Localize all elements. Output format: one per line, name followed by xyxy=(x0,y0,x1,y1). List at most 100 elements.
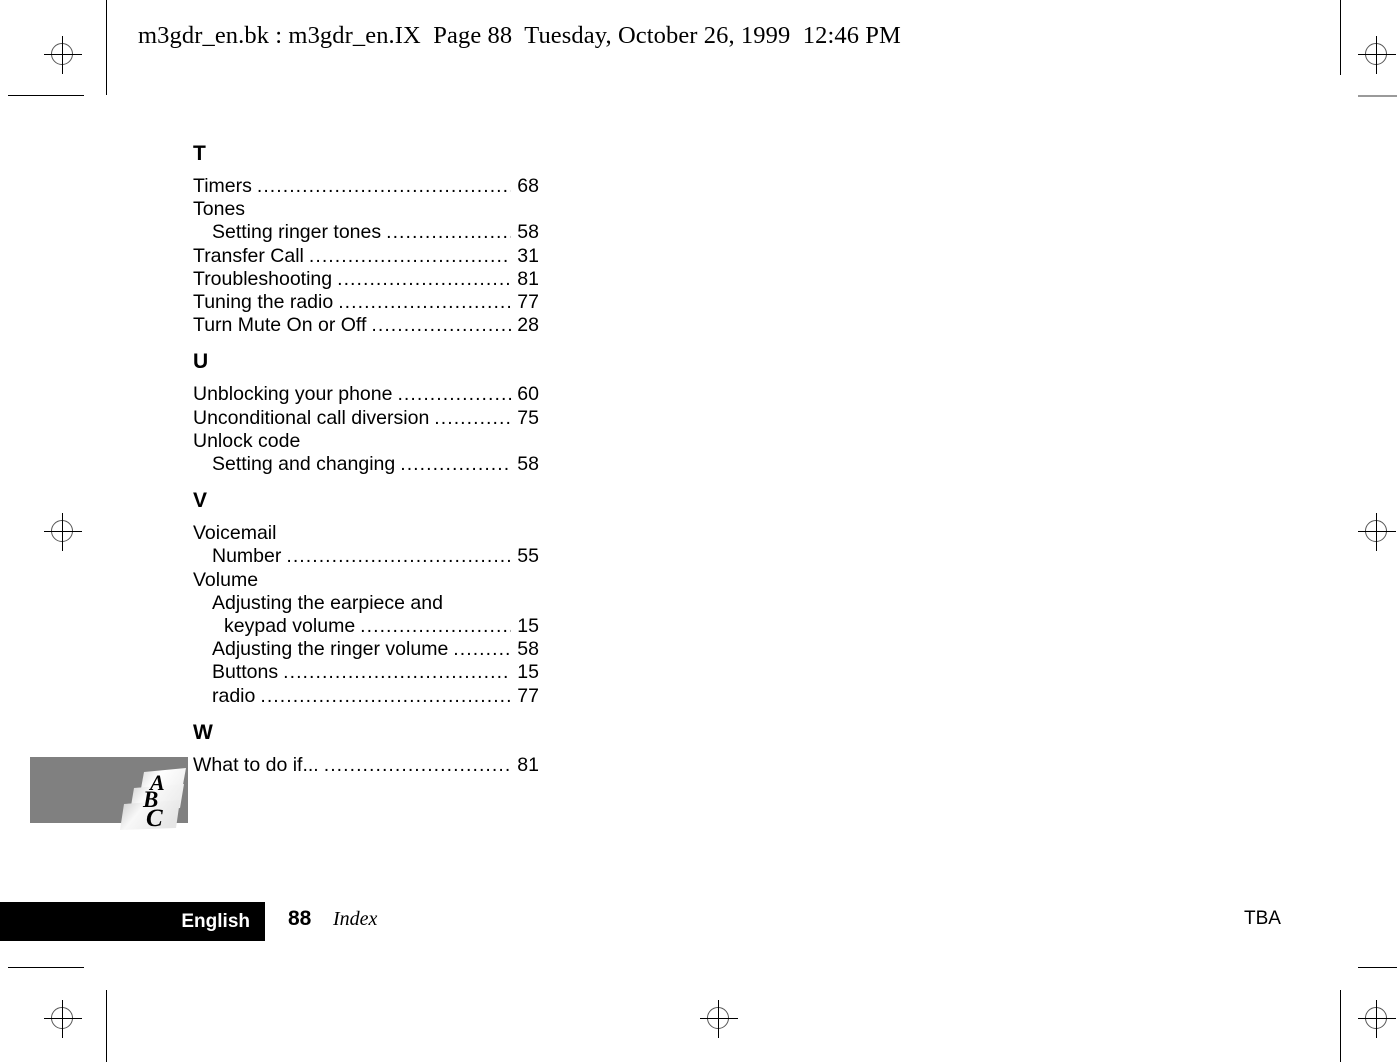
index-section: W What to do if..........................… xyxy=(193,722,539,777)
index-entry-label: Buttons xyxy=(212,661,279,684)
index-column: T Timers.................................… xyxy=(193,143,539,777)
index-entry-page-number: 55 xyxy=(517,545,539,568)
index-entry-leader-dots: ........................................… xyxy=(337,267,511,290)
index-entry-page-number: 77 xyxy=(517,684,539,707)
index-entry[interactable]: Troubleshooting.........................… xyxy=(193,268,539,291)
index-entry-label: Adjusting the ringer volume xyxy=(212,638,449,661)
index-entry-leader-dots: ........................................… xyxy=(338,291,511,314)
index-entry-leader-dots: ........................................… xyxy=(371,314,511,337)
index-entry[interactable]: Tones xyxy=(193,198,539,221)
index-entry-page-number: 15 xyxy=(517,661,539,684)
index-entry-label: Adjusting the earpiece and xyxy=(212,591,443,614)
registration-mark-middle-left xyxy=(44,513,82,551)
abc-logo-icon: A B C xyxy=(118,766,190,834)
index-entry-leader-dots: ........................................… xyxy=(400,453,511,476)
index-entry[interactable]: Unconditional call diversion............… xyxy=(193,407,539,430)
index-entry[interactable]: radio...................................… xyxy=(193,685,539,708)
index-entry-label: Unblocking your phone xyxy=(193,383,393,406)
index-entry[interactable]: Buttons.................................… xyxy=(193,661,539,684)
index-entry[interactable]: Turn Mute On or Off.....................… xyxy=(193,314,539,337)
index-entry[interactable]: Unlock code xyxy=(193,430,539,453)
index-entry-label: Voicemail xyxy=(193,522,277,545)
registration-mark-top-right xyxy=(1358,36,1396,74)
index-entry-leader-dots: ........................................… xyxy=(283,661,511,684)
svg-text:C: C xyxy=(146,805,163,832)
index-entry-page-number: 77 xyxy=(517,291,539,314)
document-page: m3gdr_en.bk : m3gdr_en.IX Page 88 Tuesda… xyxy=(0,0,1397,1062)
registration-mark-bottom-right xyxy=(1358,1000,1396,1038)
index-entry[interactable]: Timers..................................… xyxy=(193,175,539,198)
trim-line-top-left-vertical xyxy=(106,0,107,95)
index-entry[interactable]: Tuning the radio........................… xyxy=(193,291,539,314)
index-entry-label: Tuning the radio xyxy=(193,291,334,314)
index-entry[interactable]: Setting ringer tones....................… xyxy=(193,221,539,244)
index-entry-page-number: 15 xyxy=(517,615,539,638)
index-entry-leader-dots: ........................................… xyxy=(260,684,511,707)
index-entry-page-number: 81 xyxy=(517,267,539,290)
registration-mark-bottom-center xyxy=(700,1000,738,1038)
registration-mark-bottom-left xyxy=(44,1000,82,1038)
index-entry-leader-dots: ........................................… xyxy=(308,244,511,267)
index-entry-leader-dots: ........................................… xyxy=(323,753,511,776)
index-entry-label: Turn Mute On or Off xyxy=(193,314,367,337)
index-entry[interactable]: Number..................................… xyxy=(193,545,539,568)
index-entry[interactable]: Adjusting the earpiece and xyxy=(193,592,539,615)
trim-line-top-right-vertical xyxy=(1340,0,1341,75)
index-entry[interactable]: Volume xyxy=(193,569,539,592)
trim-line-bottom-right-vertical xyxy=(1340,990,1341,1062)
index-entry-page-number: 60 xyxy=(517,383,539,406)
index-section: V Voicemail Number........................… xyxy=(193,490,539,708)
index-entry-label: What to do if... xyxy=(193,753,319,776)
index-entry-page-number: 58 xyxy=(517,453,539,476)
index-entry-page-number: 81 xyxy=(517,753,539,776)
index-entry-page-number: 28 xyxy=(517,314,539,337)
index-entry-leader-dots: ........................................… xyxy=(286,545,511,568)
trim-line-bottom-right-horizontal xyxy=(1358,967,1397,968)
index-section-letter: T xyxy=(193,142,206,165)
index-entry-leader-dots: ........................................… xyxy=(386,221,511,244)
index-entry-page-number: 75 xyxy=(517,406,539,429)
footer-section-name: Index xyxy=(333,908,378,930)
index-section: U Unblocking your phone..................… xyxy=(193,351,539,476)
index-entry-page-number: 58 xyxy=(517,221,539,244)
index-entry-leader-dots: ........................................… xyxy=(256,175,511,197)
index-entry-page-number: 68 xyxy=(517,175,539,197)
index-entry[interactable]: Unblocking your phone...................… xyxy=(193,383,539,406)
index-entry-label: Transfer Call xyxy=(193,244,304,267)
index-entry-label: Troubleshooting xyxy=(193,267,333,290)
index-entry-label: Volume xyxy=(193,568,259,591)
index-entry-label: keypad volume xyxy=(224,615,356,638)
index-entry[interactable]: keypad volume...........................… xyxy=(193,615,539,638)
index-section: T Timers.................................… xyxy=(193,143,539,337)
trim-line-bottom-left-vertical xyxy=(106,990,107,1062)
registration-mark-top-left xyxy=(44,36,82,74)
trim-line-top-left-horizontal xyxy=(8,95,84,96)
index-entry-label: Unlock code xyxy=(193,429,301,452)
registration-mark-middle-right xyxy=(1358,513,1396,551)
index-entry-label: Setting and changing xyxy=(212,453,396,476)
index-entry[interactable]: Voicemail xyxy=(193,522,539,545)
index-entry-label: Setting ringer tones xyxy=(212,221,382,244)
page-header-text: m3gdr_en.bk : m3gdr_en.IX Page 88 Tuesda… xyxy=(138,22,901,49)
index-entry[interactable]: Setting and changing....................… xyxy=(193,453,539,476)
index-section-letter: V xyxy=(193,489,208,513)
index-entry-page-number: 58 xyxy=(517,638,539,661)
index-entry-leader-dots: ........................................… xyxy=(397,383,511,406)
index-entry[interactable]: Adjusting the ringer volume.............… xyxy=(193,638,539,661)
index-entry-leader-dots: ........................................… xyxy=(360,615,511,638)
footer-page-number: 88 xyxy=(288,907,312,930)
index-entry-label: Number xyxy=(212,545,282,568)
trim-line-bottom-left-horizontal xyxy=(8,967,84,968)
index-entry-label: Tones xyxy=(193,198,246,221)
index-entry[interactable]: What to do if...........................… xyxy=(193,754,539,777)
index-entry-label: Unconditional call diversion xyxy=(193,406,430,429)
index-entry-label: radio xyxy=(212,684,256,707)
index-entry[interactable]: Transfer Call...........................… xyxy=(193,245,539,268)
footer-right-label: TBA xyxy=(1244,908,1281,929)
index-entry-leader-dots: ........................................… xyxy=(434,406,511,429)
index-section-letter: U xyxy=(193,350,209,374)
footer-language-label: English xyxy=(181,911,250,932)
index-entry-leader-dots: ........................................… xyxy=(453,638,511,661)
index-entry-label: Timers xyxy=(193,175,252,197)
index-section-letter: W xyxy=(193,720,213,744)
